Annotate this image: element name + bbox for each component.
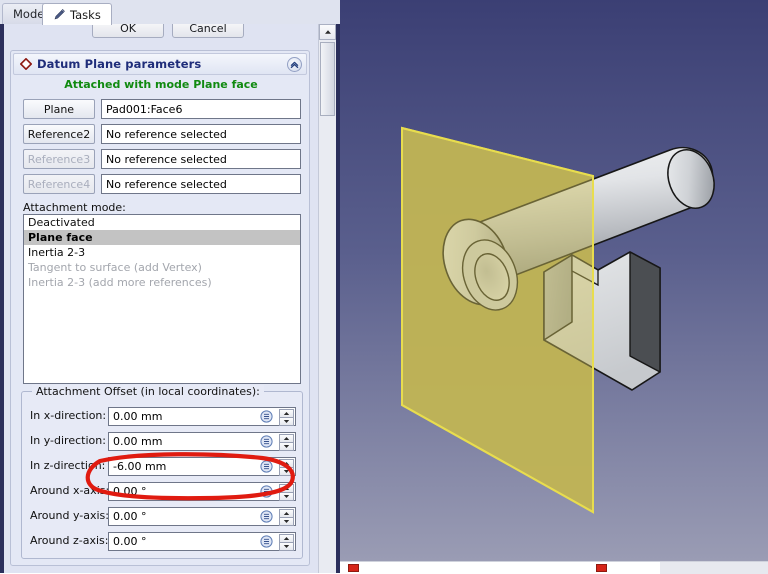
spinner-up-arrow-icon[interactable]: [279, 459, 294, 467]
offset-input-y-direction[interactable]: 0.00 mm: [108, 432, 296, 451]
spinner-up-arrow-icon[interactable]: [279, 409, 294, 417]
freecad-window: Model Tasks OK Cancel Datum Plane parame…: [0, 0, 768, 574]
reference-value-3[interactable]: No reference selected: [101, 149, 301, 169]
offset-label-z-direction: In z-direction:: [30, 459, 106, 472]
reference-row-2: Reference2 No reference selected: [23, 124, 301, 144]
spinner-up-arrow-icon[interactable]: [279, 434, 294, 442]
spinner-up-arrow-icon[interactable]: [279, 484, 294, 492]
spinner-around-z-axis[interactable]: [279, 534, 294, 551]
attachment-mode-label: Attachment mode:: [23, 201, 126, 214]
offset-row-z-direction: In z-direction: -6.00 mm: [30, 457, 296, 476]
spinner-down-arrow-icon[interactable]: [279, 542, 294, 551]
status-indicator-left-icon: [348, 564, 359, 572]
spinner-around-y-axis[interactable]: [279, 509, 294, 526]
offset-label-around-z-axis: Around z-axis:: [30, 534, 109, 547]
expression-editor-icon[interactable]: [260, 460, 273, 473]
3d-viewport[interactable]: [340, 0, 768, 561]
spinner-around-x-axis[interactable]: [279, 484, 294, 501]
spinner-z-direction[interactable]: [279, 459, 294, 476]
offset-label-y-direction: In y-direction:: [30, 434, 106, 447]
offset-label-around-y-axis: Around y-axis:: [30, 509, 109, 522]
tab-tasks[interactable]: Tasks: [42, 3, 112, 25]
page-title: Datum Plane parameters: [37, 57, 202, 71]
expression-editor-icon[interactable]: [260, 535, 273, 548]
offset-input-around-x-axis[interactable]: 0.00 °: [108, 482, 296, 501]
offset-row-around-z-axis: Around z-axis: 0.00 °: [30, 532, 296, 551]
spinner-down-arrow-icon[interactable]: [279, 442, 294, 451]
scroll-up-arrow-icon[interactable]: [319, 24, 336, 40]
offset-label-around-x-axis: Around x-axis:: [30, 484, 110, 497]
task-panel-area: OK Cancel Datum Plane parameters Attache…: [4, 24, 320, 573]
spinner-up-arrow-icon[interactable]: [279, 534, 294, 542]
reference-row-1: Plane Pad001:Face6: [23, 99, 301, 119]
offset-value-z-direction: -6.00 mm: [113, 460, 167, 473]
spinner-down-arrow-icon[interactable]: [279, 467, 294, 476]
offset-row-x-direction: In x-direction: 0.00 mm: [30, 407, 296, 426]
datum-plane-parameters-panel: Datum Plane parameters Attached with mod…: [10, 50, 310, 566]
expression-editor-icon[interactable]: [260, 485, 273, 498]
datum-plane-front: [401, 126, 594, 514]
spinner-down-arrow-icon[interactable]: [279, 417, 294, 426]
reference-value-4[interactable]: No reference selected: [101, 174, 301, 194]
offset-value-x-direction: 0.00 mm: [113, 410, 163, 423]
offset-input-z-direction[interactable]: -6.00 mm: [108, 457, 296, 476]
reference-button-plane[interactable]: Plane: [23, 99, 95, 119]
expression-editor-icon[interactable]: [260, 510, 273, 523]
datum-plane-diamond-icon: [19, 57, 33, 71]
ok-button[interactable]: OK: [92, 24, 164, 38]
offset-row-around-x-axis: Around x-axis: 0.00 °: [30, 482, 296, 501]
offset-input-around-z-axis[interactable]: 0.00 °: [108, 532, 296, 551]
reference-value-2[interactable]: No reference selected: [101, 124, 301, 144]
dock-tabbar: Model Tasks: [0, 0, 340, 25]
offset-input-around-y-axis[interactable]: 0.00 °: [108, 507, 296, 526]
status-bar: [340, 561, 768, 574]
attachment-offset-legend: Attachment Offset (in local coordinates)…: [32, 385, 264, 398]
reference-value-plane[interactable]: Pad001:Face6: [101, 99, 301, 119]
task-panel-scrollbar[interactable]: [318, 24, 336, 573]
dock-body: OK Cancel Datum Plane parameters Attache…: [0, 24, 340, 573]
reference-button-3: Reference3: [23, 149, 95, 169]
mode-item-inertia-23-more-refs: Inertia 2-3 (add more references): [28, 276, 212, 289]
spinner-down-arrow-icon[interactable]: [279, 492, 294, 501]
offset-value-around-y-axis: 0.00 °: [113, 510, 147, 523]
reference-button-2[interactable]: Reference2: [23, 124, 95, 144]
offset-value-around-x-axis: 0.00 °: [113, 485, 147, 498]
cancel-button[interactable]: Cancel: [172, 24, 244, 38]
panel-header[interactable]: Datum Plane parameters: [13, 53, 307, 75]
offset-label-x-direction: In x-direction:: [30, 409, 107, 422]
pencil-icon: [53, 8, 66, 21]
attachment-status-text: Attached with mode Plane face: [64, 78, 258, 91]
reference-row-3: Reference3 No reference selected: [23, 149, 301, 169]
mode-item-inertia-23[interactable]: Inertia 2-3: [24, 245, 300, 260]
dialog-button-row: OK Cancel: [4, 24, 320, 40]
spinner-y-direction[interactable]: [279, 434, 294, 451]
reference-button-4: Reference4: [23, 174, 95, 194]
status-bar-tail: [660, 562, 768, 574]
reference-row-4: Reference4 No reference selected: [23, 174, 301, 194]
offset-input-x-direction[interactable]: 0.00 mm: [108, 407, 296, 426]
expression-editor-icon[interactable]: [260, 435, 273, 448]
offset-value-around-z-axis: 0.00 °: [113, 535, 147, 548]
spinner-x-direction[interactable]: [279, 409, 294, 426]
mode-item-tangent-to-surface: Tangent to surface (add Vertex): [28, 261, 202, 274]
offset-row-y-direction: In y-direction: 0.00 mm: [30, 432, 296, 451]
status-indicator-right-icon: [596, 564, 607, 572]
mode-item-plane-face[interactable]: Plane face: [24, 230, 300, 245]
offset-value-y-direction: 0.00 mm: [113, 435, 163, 448]
spinner-up-arrow-icon[interactable]: [279, 509, 294, 517]
chevron-up-icon[interactable]: [287, 57, 302, 72]
offset-row-around-y-axis: Around y-axis: 0.00 °: [30, 507, 296, 526]
attachment-offset-groupbox: Attachment Offset (in local coordinates)…: [21, 385, 303, 559]
scroll-thumb[interactable]: [320, 42, 335, 116]
spinner-down-arrow-icon[interactable]: [279, 517, 294, 526]
expression-editor-icon[interactable]: [260, 410, 273, 423]
tab-tasks-label: Tasks: [70, 7, 101, 22]
left-dock-panel: Model Tasks OK Cancel Datum Plane parame…: [0, 0, 340, 573]
mode-item-deactivated[interactable]: Deactivated: [24, 215, 300, 230]
attachment-mode-list[interactable]: Deactivated Plane face Inertia 2-3 Tange…: [23, 214, 301, 384]
